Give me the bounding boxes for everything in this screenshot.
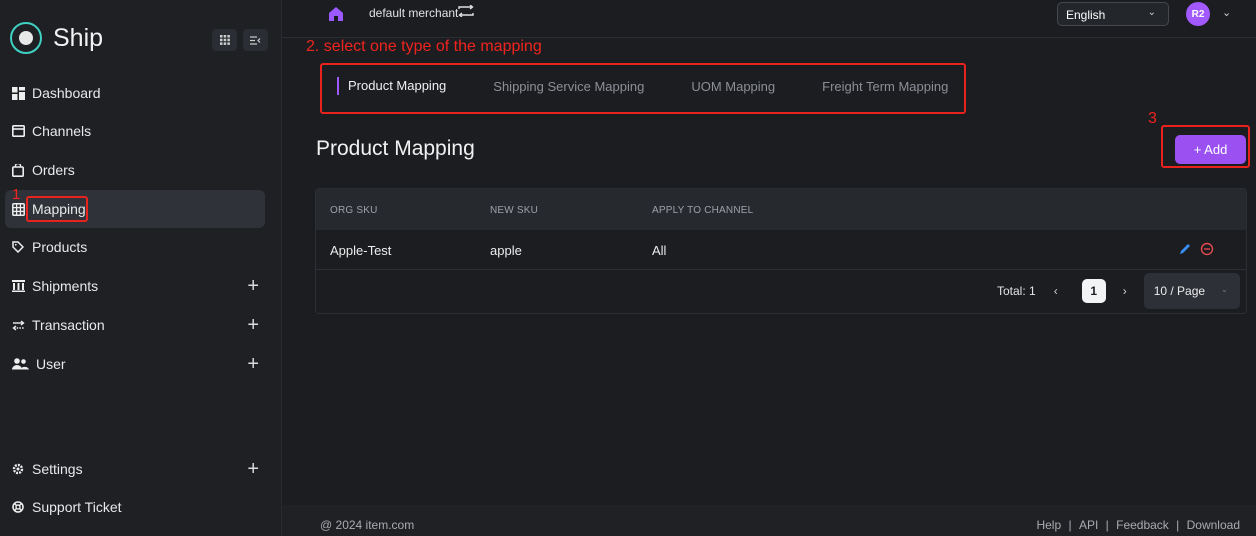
- brand[interactable]: Ship: [10, 22, 103, 54]
- orders-icon: [11, 163, 25, 177]
- settings-icon: [11, 462, 25, 476]
- delete-icon[interactable]: [1200, 242, 1214, 256]
- copyright: @ 2024 item.com: [320, 518, 415, 532]
- brand-name: Ship: [53, 23, 104, 52]
- dashboard-icon: [11, 86, 25, 100]
- footer-separator: |: [1068, 518, 1072, 532]
- pagination-total: Total: 1: [997, 284, 1036, 298]
- channels-icon: [11, 124, 25, 138]
- footer-link-help[interactable]: Help: [1036, 518, 1061, 532]
- merchant-name[interactable]: default merchant: [369, 6, 458, 20]
- footer-link-download[interactable]: Download: [1187, 518, 1240, 532]
- sidebar-item-label: Shipments: [32, 278, 99, 294]
- column-header-apply-to-channel: APPLY TO CHANNEL: [652, 205, 754, 216]
- expand-plus-icon[interactable]: +: [247, 458, 259, 481]
- footer-separator: |: [1105, 518, 1109, 532]
- next-page-button[interactable]: ›: [1123, 284, 1127, 298]
- sidebar-item-support-ticket[interactable]: Support Ticket: [5, 488, 265, 526]
- sidebar-item-user[interactable]: User +: [5, 345, 265, 383]
- expand-plus-icon[interactable]: +: [247, 353, 259, 376]
- add-button[interactable]: + Add: [1175, 135, 1246, 164]
- transaction-icon: [11, 318, 25, 332]
- cell-org-sku: Apple-Test: [330, 243, 392, 258]
- sidebar-item-label: Support Ticket: [32, 499, 122, 515]
- user-icon: [11, 357, 29, 371]
- sidebar-item-label: Settings: [32, 461, 83, 477]
- home-icon[interactable]: [328, 6, 344, 22]
- collapse-sidebar-icon[interactable]: [243, 29, 268, 51]
- sidebar-item-products[interactable]: Products: [5, 228, 265, 266]
- expand-plus-icon[interactable]: +: [247, 275, 259, 298]
- sidebar-item-label: Products: [32, 239, 88, 255]
- support-icon: [11, 500, 25, 514]
- annotation-step-1: 1: [12, 186, 21, 203]
- sidebar-item-label: Channels: [32, 123, 92, 139]
- footer-link-api[interactable]: API: [1079, 518, 1098, 532]
- prev-page-button[interactable]: ‹: [1054, 284, 1058, 298]
- sidebar-item-label: User: [36, 356, 66, 372]
- mapping-table: ORG SKU NEW SKU APPLY TO CHANNEL Apple-T…: [315, 188, 1247, 314]
- footer: @ 2024 item.com Help | API | Feedback | …: [282, 505, 1256, 536]
- annotation-step-3: 3: [1148, 110, 1157, 127]
- expand-plus-icon[interactable]: +: [247, 314, 259, 337]
- sidebar-item-transaction[interactable]: Transaction +: [5, 306, 265, 344]
- page-size-value: 10 / Page: [1153, 284, 1206, 298]
- page-size-select[interactable]: 10 / Page ⌄: [1143, 273, 1240, 309]
- tab-uom-mapping[interactable]: UOM Mapping: [691, 79, 775, 94]
- language-select[interactable]: English ⌄: [1057, 2, 1169, 26]
- page-number-button[interactable]: 1: [1081, 279, 1106, 303]
- annotation-box-mapping: [26, 196, 88, 222]
- footer-link-feedback[interactable]: Feedback: [1116, 518, 1169, 532]
- footer-separator: |: [1176, 518, 1180, 532]
- mapping-tabs: Product Mapping Shipping Service Mapping…: [337, 70, 995, 102]
- sidebar-item-settings[interactable]: Settings +: [5, 450, 265, 488]
- annotation-step-2: 2. select one type of the mapping: [306, 38, 542, 55]
- tab-freight-term-mapping[interactable]: Freight Term Mapping: [822, 79, 948, 94]
- ship-logo-icon: [10, 22, 42, 54]
- sidebar-item-label: Transaction: [32, 317, 105, 333]
- sidebar-item-shipments[interactable]: Shipments +: [5, 267, 265, 305]
- table-row: Apple-Test apple All: [316, 230, 1246, 270]
- footer-links: Help | API | Feedback | Download: [1034, 518, 1242, 532]
- switch-merchant-icon[interactable]: [458, 4, 474, 20]
- column-header-org-sku: ORG SKU: [330, 205, 378, 216]
- cell-new-sku: apple: [490, 243, 522, 258]
- grid-apps-icon[interactable]: [212, 29, 237, 51]
- sidebar-item-label: Dashboard: [32, 85, 101, 101]
- avatar[interactable]: R2: [1186, 2, 1210, 26]
- chevron-down-icon[interactable]: ⌄: [1222, 6, 1231, 19]
- sidebar-item-orders[interactable]: Orders: [5, 151, 265, 189]
- top-bar: default merchant English ⌄ R2 ⌄: [282, 0, 1256, 38]
- mapping-icon: [11, 202, 25, 216]
- language-value: English: [1066, 8, 1106, 22]
- table-header: ORG SKU NEW SKU APPLY TO CHANNEL: [316, 189, 1246, 230]
- column-header-new-sku: NEW SKU: [490, 205, 539, 216]
- sidebar-item-dashboard[interactable]: Dashboard: [5, 74, 265, 112]
- chevron-down-icon: ⌄: [1147, 7, 1156, 18]
- page-title: Product Mapping: [316, 137, 475, 160]
- cell-apply-to-channel: All: [652, 243, 667, 258]
- products-icon: [11, 240, 25, 254]
- sidebar-item-channels[interactable]: Channels: [5, 112, 265, 150]
- tab-shipping-service-mapping[interactable]: Shipping Service Mapping: [493, 79, 644, 94]
- sidebar-item-label: Orders: [32, 162, 75, 178]
- pagination: Total: 1 ‹ 1 › 10 / Page ⌄: [997, 273, 1240, 309]
- chevron-down-icon: ⌄: [1221, 285, 1228, 294]
- tab-product-mapping[interactable]: Product Mapping: [337, 77, 446, 95]
- sidebar: Ship Dashboard Channels Orders Mapping P…: [0, 0, 282, 536]
- edit-icon[interactable]: [1178, 242, 1192, 256]
- shipments-icon: [11, 279, 25, 293]
